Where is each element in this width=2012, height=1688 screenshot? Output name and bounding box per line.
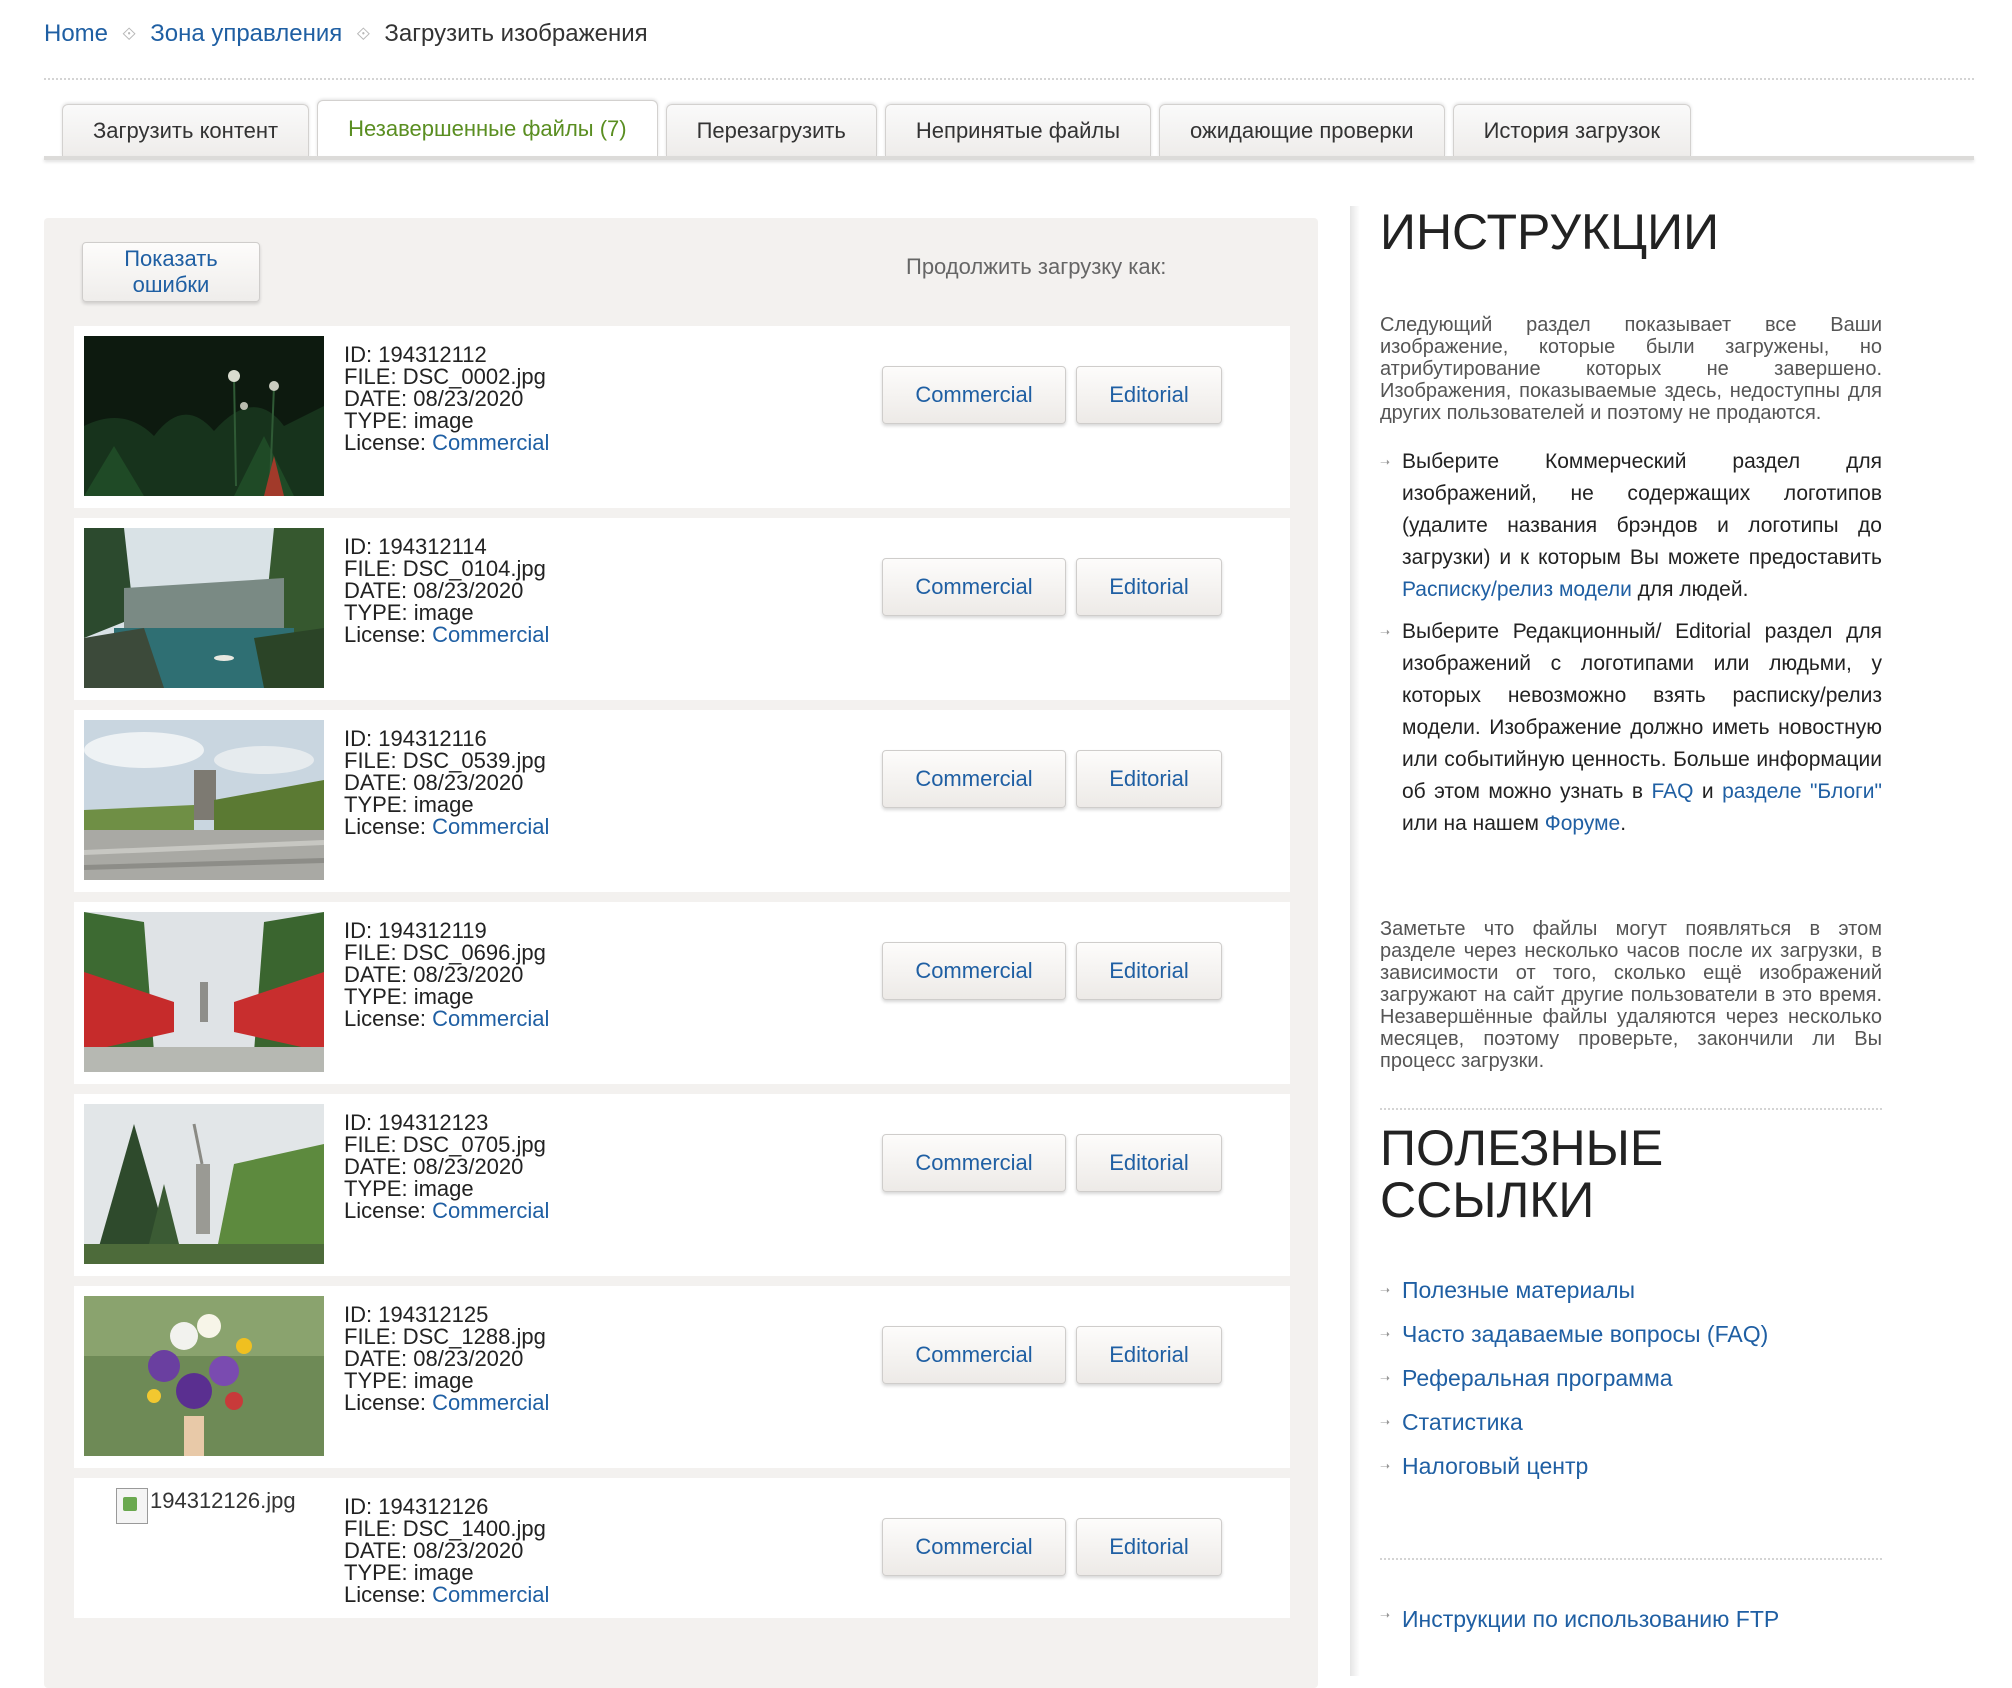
- editorial-button[interactable]: Editorial: [1076, 1326, 1222, 1384]
- license-link[interactable]: Commercial: [432, 1582, 549, 1607]
- tab-pending-review[interactable]: ожидающие проверки: [1159, 104, 1445, 157]
- continue-as-label: Продолжить загрузку как:: [906, 254, 1167, 279]
- file-row: ID: 194312116 FILE: DSC_0539.jpg DATE: 0…: [74, 710, 1290, 892]
- commercial-button[interactable]: Commercial: [882, 1326, 1066, 1384]
- instructions-list: Выберите Коммерческий раздел для изображ…: [1380, 446, 1882, 850]
- faq-link[interactable]: FAQ: [1651, 780, 1693, 803]
- license-link[interactable]: Commercial: [432, 1006, 549, 1031]
- editorial-button[interactable]: Editorial: [1076, 750, 1222, 808]
- file-thumbnail[interactable]: [84, 336, 324, 496]
- license-link[interactable]: Commercial: [432, 1390, 549, 1415]
- file-thumbnail[interactable]: [84, 720, 324, 880]
- file-thumbnail[interactable]: [84, 912, 324, 1072]
- editorial-button[interactable]: Editorial: [1076, 942, 1222, 1000]
- instructions-intro: Следующий раздел показывает все Ваши изо…: [1380, 314, 1882, 424]
- editorial-button[interactable]: Editorial: [1076, 1134, 1222, 1192]
- tab-upload-content[interactable]: Загрузить контент: [62, 104, 310, 157]
- editorial-button[interactable]: Editorial: [1076, 1518, 1222, 1576]
- breadcrumb: Home ⟐ Зона управления ⟐ Загрузить изобр…: [44, 20, 648, 48]
- commercial-button[interactable]: Commercial: [882, 366, 1066, 424]
- file-row: ID: 194312125 FILE: DSC_1288.jpg DATE: 0…: [74, 1286, 1290, 1468]
- useful-links-title: ПОЛЕЗНЫЕ ССЫЛКИ: [1380, 1120, 1664, 1228]
- instructions-sidebar: ИНСТРУКЦИИ Следующий раздел показывает в…: [1350, 206, 1882, 1676]
- license-link[interactable]: Commercial: [432, 430, 549, 455]
- file-row: ID: 194312123 FILE: DSC_0705.jpg DATE: 0…: [74, 1094, 1290, 1276]
- file-row: ID: 194312114 FILE: DSC_0104.jpg DATE: 0…: [74, 518, 1290, 700]
- file-meta: ID: 194312123 FILE: DSC_0705.jpg DATE: 0…: [344, 1110, 550, 1223]
- useful-link-faq[interactable]: Часто задаваемые вопросы (FAQ): [1380, 1312, 1882, 1356]
- editorial-button[interactable]: Editorial: [1076, 366, 1222, 424]
- instructions-title: ИНСТРУКЦИИ: [1380, 204, 1720, 260]
- commercial-button[interactable]: Commercial: [882, 1518, 1066, 1576]
- file-thumbnail[interactable]: [84, 1104, 324, 1264]
- file-meta: ID: 194312112 FILE: DSC_0002.jpg DATE: 0…: [344, 342, 550, 455]
- file-meta: ID: 194312125 FILE: DSC_1288.jpg DATE: 0…: [344, 1302, 550, 1415]
- broken-image-alt: 194312126.jpg: [150, 1488, 296, 1513]
- breadcrumb-current: Загрузить изображения: [384, 20, 648, 47]
- file-meta: ID: 194312116 FILE: DSC_0539.jpg DATE: 0…: [344, 726, 550, 839]
- license-link[interactable]: Commercial: [432, 622, 549, 647]
- useful-links-list: Полезные материалы Часто задаваемые вопр…: [1380, 1268, 1882, 1488]
- breadcrumb-separator-icon: ⟐: [122, 23, 137, 44]
- tab-rejected-files[interactable]: Непринятые файлы: [884, 104, 1152, 157]
- commercial-button[interactable]: Commercial: [882, 750, 1066, 808]
- breadcrumb-separator-icon: ⟐: [356, 23, 371, 44]
- ftp-instructions-link[interactable]: Инструкции по использованию FTP: [1380, 1606, 1779, 1633]
- license-link[interactable]: Commercial: [432, 814, 549, 839]
- forum-link[interactable]: Форуме: [1545, 812, 1620, 835]
- broken-image[interactable]: 194312126.jpg: [116, 1488, 296, 1524]
- commercial-button[interactable]: Commercial: [882, 942, 1066, 1000]
- breadcrumb-zone-link[interactable]: Зона управления: [150, 20, 342, 48]
- broken-image-icon: [116, 1488, 148, 1524]
- tab-reupload[interactable]: Перезагрузить: [665, 104, 877, 157]
- tab-bar: Загрузить контент Незавершенные файлы (7…: [62, 100, 1692, 157]
- useful-link-materials[interactable]: Полезные материалы: [1380, 1268, 1882, 1312]
- divider: [1380, 1558, 1882, 1560]
- unfinished-files-panel: Показать ошибки Продолжить загрузку как:…: [44, 218, 1318, 1688]
- instruction-commercial: Выберите Коммерческий раздел для изображ…: [1380, 446, 1882, 606]
- useful-link-referral[interactable]: Реферальная программа: [1380, 1356, 1882, 1400]
- model-release-link[interactable]: Расписку/релиз модели: [1402, 578, 1632, 601]
- tab-unfinished-files[interactable]: Незавершенные файлы (7): [317, 100, 658, 157]
- license-link[interactable]: Commercial: [432, 1198, 549, 1223]
- tab-upload-history[interactable]: История загрузок: [1452, 104, 1692, 157]
- file-meta: ID: 194312114 FILE: DSC_0104.jpg DATE: 0…: [344, 534, 550, 647]
- useful-link-statistics[interactable]: Статистика: [1380, 1400, 1882, 1444]
- useful-link-tax-center[interactable]: Налоговый центр: [1380, 1444, 1882, 1488]
- file-row: 194312126.jpg ID: 194312126 FILE: DSC_14…: [74, 1478, 1290, 1618]
- file-meta: ID: 194312126 FILE: DSC_1400.jpg DATE: 0…: [344, 1494, 550, 1607]
- tabs-baseline: [44, 156, 1974, 160]
- file-row: ID: 194312119 FILE: DSC_0696.jpg DATE: 0…: [74, 902, 1290, 1084]
- instruction-editorial: Выберите Редакционный/ Editorial раздел …: [1380, 616, 1882, 840]
- divider: [44, 78, 1974, 80]
- file-row: ID: 194312112 FILE: DSC_0002.jpg DATE: 0…: [74, 326, 1290, 508]
- file-thumbnail[interactable]: [84, 528, 324, 688]
- breadcrumb-home-link[interactable]: Home: [44, 20, 108, 48]
- file-meta: ID: 194312119 FILE: DSC_0696.jpg DATE: 0…: [344, 918, 550, 1031]
- show-errors-button[interactable]: Показать ошибки: [82, 242, 260, 302]
- instructions-note: Заметьте что файлы могут появляться в эт…: [1380, 918, 1882, 1072]
- commercial-button[interactable]: Commercial: [882, 558, 1066, 616]
- commercial-button[interactable]: Commercial: [882, 1134, 1066, 1192]
- blogs-link[interactable]: разделе "Блоги": [1722, 780, 1882, 803]
- editorial-button[interactable]: Editorial: [1076, 558, 1222, 616]
- divider: [1380, 1108, 1882, 1110]
- file-thumbnail[interactable]: [84, 1296, 324, 1456]
